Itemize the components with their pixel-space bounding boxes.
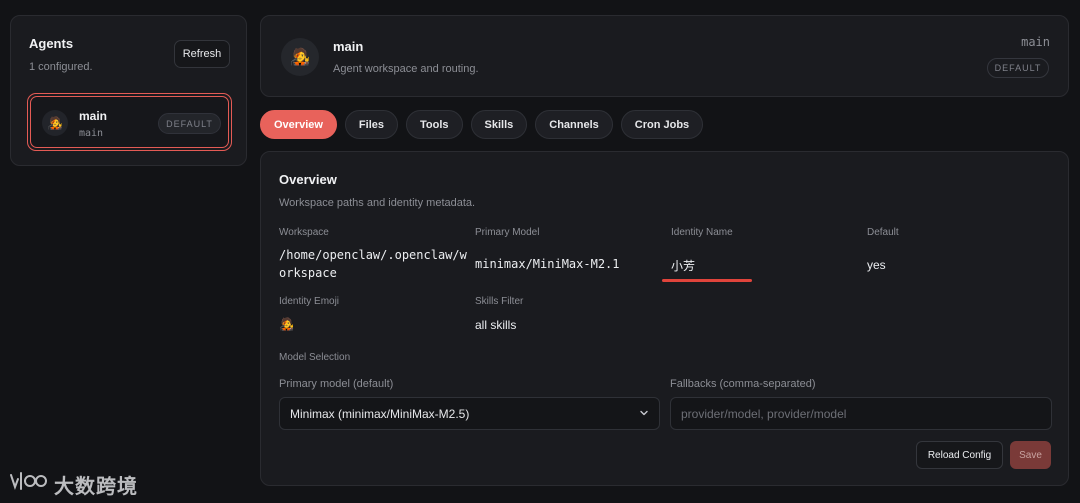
tab-channels[interactable]: Channels xyxy=(535,110,613,139)
agent-card-main[interactable]: 🧑‍🎤 main main DEFAULT xyxy=(27,93,232,151)
header-agent-name: main xyxy=(333,39,364,54)
agent-name: main xyxy=(79,109,108,123)
overview-subtitle: Workspace paths and identity metadata. xyxy=(279,197,476,209)
agent-default-badge: DEFAULT xyxy=(158,113,221,134)
workspace-value-line-1: /home/openclaw/.openclaw/w xyxy=(279,248,467,262)
agent-tabs: Overview Files Tools Skills Channels Cro… xyxy=(260,110,704,139)
agent-card-inner: 🧑‍🎤 main main DEFAULT xyxy=(30,96,229,148)
chevron-down-icon xyxy=(639,407,649,421)
agents-count: 1 configured. xyxy=(29,61,93,73)
identity-name-label: Identity Name xyxy=(671,227,733,238)
refresh-button[interactable]: Refresh xyxy=(174,40,230,68)
watermark-text: 大数跨境 xyxy=(54,476,138,498)
identity-emoji-label: Identity Emoji xyxy=(279,296,340,307)
agent-id: main xyxy=(79,128,104,139)
default-value: yes xyxy=(867,258,886,272)
workspace-value: /home/openclaw/.openclaw/w orkspace xyxy=(279,246,467,282)
primary-model-select[interactable]: Minimax (minimax/MiniMax-M2.5) xyxy=(279,397,660,430)
agents-title: Agents xyxy=(29,36,74,51)
fallbacks-input[interactable]: provider/model, provider/model xyxy=(670,397,1052,430)
agent-header-card: 🧑‍🎤 main Agent workspace and routing. ma… xyxy=(260,15,1069,97)
skills-filter-label: Skills Filter xyxy=(475,296,524,307)
save-button[interactable]: Save xyxy=(1010,441,1051,469)
workspace-label: Workspace xyxy=(279,227,329,238)
watermark: 大数跨境 xyxy=(8,469,138,500)
agents-panel: Agents 1 configured. Refresh 🧑‍🎤 main ma… xyxy=(10,15,247,166)
default-label: Default xyxy=(867,227,899,238)
primary-model-select-label: Primary model (default) xyxy=(279,378,394,390)
primary-model-selected: Minimax (minimax/MiniMax-M2.5) xyxy=(290,406,470,421)
identity-name-value: 小芳 xyxy=(671,259,696,273)
overview-title: Overview xyxy=(279,172,337,187)
highlight-underline xyxy=(662,279,752,282)
skills-filter-value: all skills xyxy=(475,318,517,332)
tab-skills[interactable]: Skills xyxy=(470,110,528,139)
tab-tools[interactable]: Tools xyxy=(406,110,463,139)
reload-config-button[interactable]: Reload Config xyxy=(916,441,1003,469)
header-avatar: 🧑‍🎤 xyxy=(281,38,319,76)
primary-model-label: Primary Model xyxy=(475,227,540,238)
agent-avatar: 🧑‍🎤 xyxy=(42,110,68,136)
tab-overview[interactable]: Overview xyxy=(260,110,337,139)
overview-panel: Overview Workspace paths and identity me… xyxy=(260,151,1069,486)
tab-files[interactable]: Files xyxy=(344,110,398,139)
watermark-logo-icon xyxy=(8,469,48,500)
header-subtitle: Agent workspace and routing. xyxy=(333,63,479,75)
header-agent-id: main xyxy=(1021,35,1050,49)
identity-emoji-value: 🧑‍🎤 xyxy=(279,317,294,331)
primary-model-value: minimax/MiniMax-M2.1 xyxy=(475,257,620,271)
fallbacks-label: Fallbacks (comma-separated) xyxy=(670,378,816,390)
workspace-value-line-2: orkspace xyxy=(279,266,337,280)
header-default-badge: DEFAULT xyxy=(987,58,1049,78)
model-selection-label: Model Selection xyxy=(279,352,351,363)
tab-cron-jobs[interactable]: Cron Jobs xyxy=(620,110,704,139)
